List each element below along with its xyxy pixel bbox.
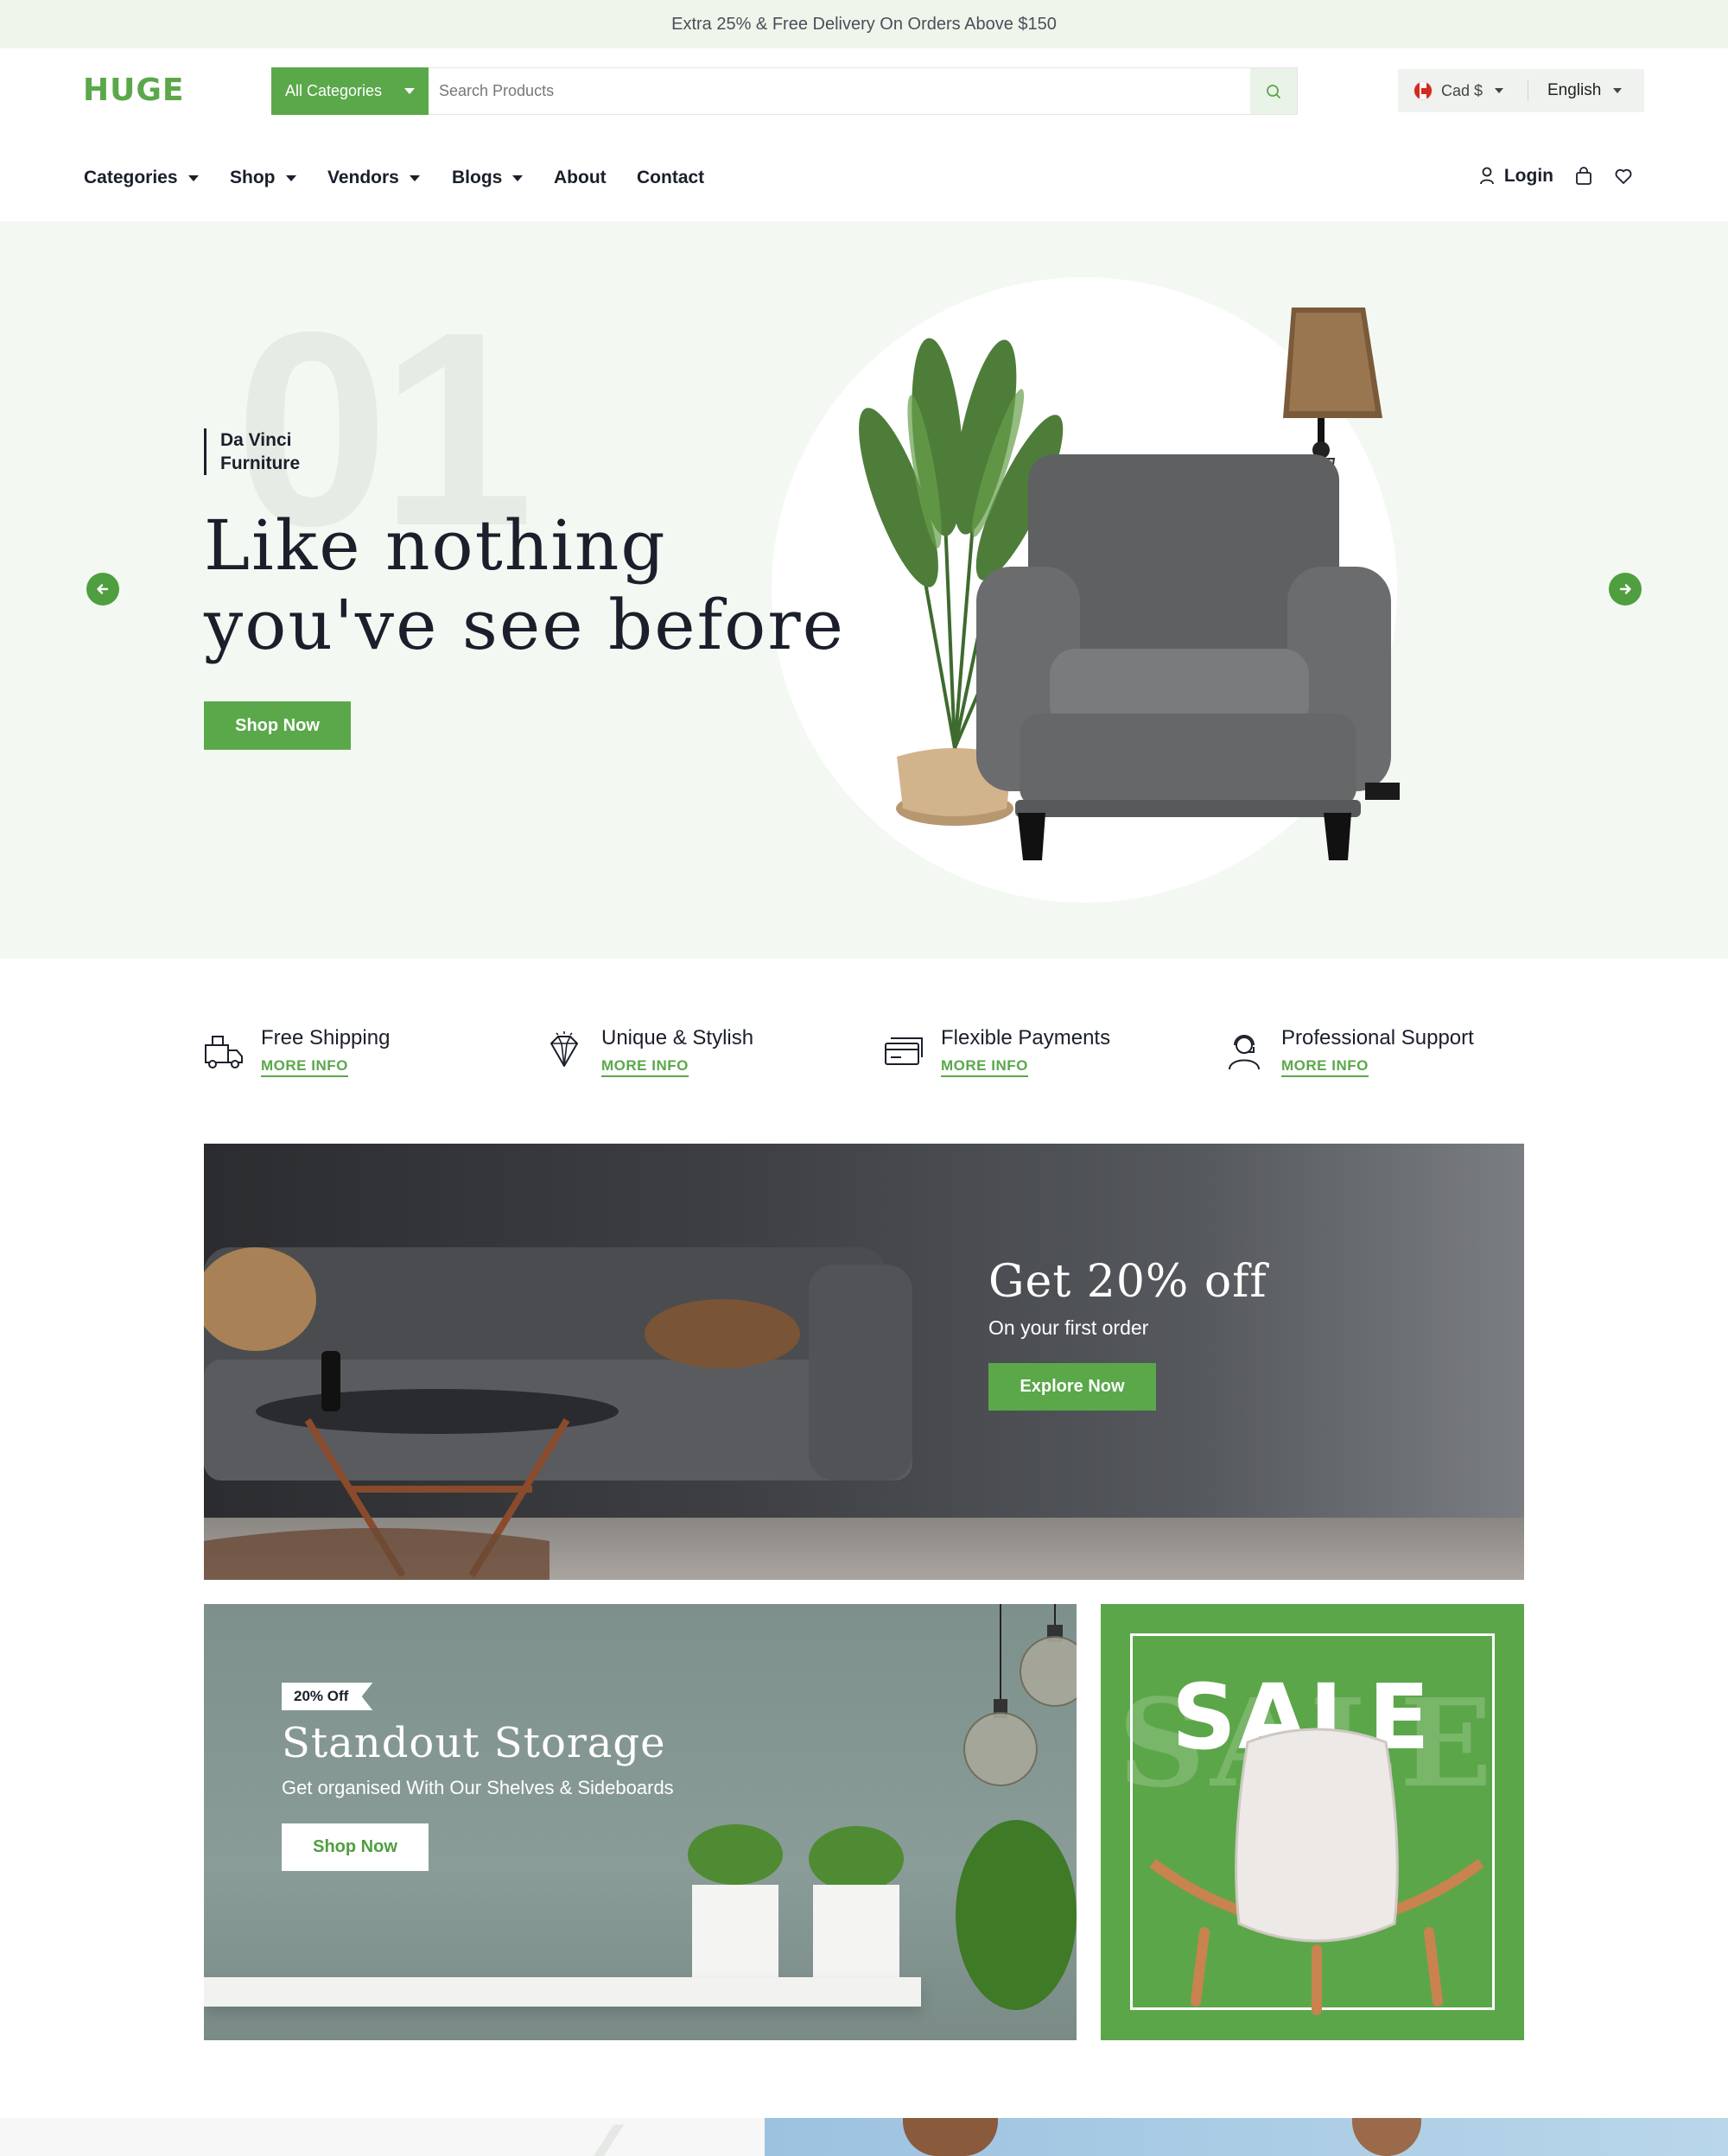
login-link[interactable]: Login xyxy=(1478,166,1553,187)
feature-item: Professional Support MORE INFO xyxy=(1223,1026,1474,1077)
nav-item-contact[interactable]: Contact xyxy=(637,168,704,188)
more-info-link[interactable]: MORE INFO xyxy=(601,1057,689,1077)
category-select-label: All Categories xyxy=(285,82,383,99)
currency-select[interactable]: Cad $ xyxy=(1398,81,1528,100)
nav-item-label: Categories xyxy=(84,168,178,187)
offer-subtitle: On your first order xyxy=(988,1316,1149,1339)
user-icon xyxy=(1479,167,1494,185)
offer-title: Get 20% off xyxy=(988,1256,1267,1308)
card-icon xyxy=(885,1037,923,1065)
logo[interactable]: HUGE xyxy=(83,73,185,108)
offer-banner[interactable]: Get 20% off On your first order Explore … xyxy=(204,1144,1524,1580)
chevron-down-icon xyxy=(409,174,420,181)
chevron-down-icon xyxy=(1613,88,1623,93)
hero-brand-line: Furniture xyxy=(220,453,301,473)
promo-bar: Extra 25% & Free Delivery On Orders Abov… xyxy=(0,0,1728,48)
chevron-down-icon xyxy=(285,174,296,181)
feature-title: Professional Support xyxy=(1281,1026,1474,1049)
plants-image xyxy=(688,1820,1077,2010)
hero-title: Like nothing you've see before xyxy=(204,506,845,665)
chair-image xyxy=(1149,1728,1484,2015)
truck-icon xyxy=(205,1036,243,1068)
feature-title: Flexible Payments xyxy=(941,1026,1111,1049)
nav-actions: Login xyxy=(1478,166,1633,187)
storage-subtitle: Get organised With Our Shelves & Sideboa… xyxy=(282,1777,674,1798)
hero-title-line: you've see before xyxy=(204,585,845,665)
hero-brand: Da Vinci Furniture xyxy=(204,428,300,475)
hero-slider: 01 Da Vinci Furniture Like nothing you'v… xyxy=(0,221,1728,959)
language-select[interactable]: English xyxy=(1528,81,1623,100)
nav-item-label: Shop xyxy=(230,168,276,187)
canada-flag-icon xyxy=(1414,81,1433,100)
locale-switcher: Cad $ English xyxy=(1398,69,1644,112)
support-agent-icon xyxy=(1229,1035,1260,1070)
nav-item-blogs[interactable]: Blogs xyxy=(452,168,524,188)
language-label: English xyxy=(1547,81,1602,99)
nav-item-about[interactable]: About xyxy=(554,168,607,188)
storage-shop-button[interactable]: Shop Now xyxy=(282,1823,429,1871)
image-detail xyxy=(903,2118,998,2156)
nav-item-label: Blogs xyxy=(452,168,503,187)
next-section-image xyxy=(765,2118,1728,2156)
feature-item: Free Shipping MORE INFO xyxy=(202,1026,390,1077)
main-nav: Categories Shop Vendors Blogs About Cont… xyxy=(0,147,1728,207)
more-info-link[interactable]: MORE INFO xyxy=(1281,1057,1369,1077)
arrow-right-icon xyxy=(1619,584,1631,594)
heart-icon[interactable] xyxy=(1614,167,1633,186)
discount-tag: 20% Off xyxy=(282,1683,373,1710)
storage-banner[interactable]: 20% Off Standout Storage Get organised W… xyxy=(204,1604,1077,2040)
explore-now-button[interactable]: Explore Now xyxy=(988,1363,1156,1411)
nav-item-label: Vendors xyxy=(327,168,399,187)
chevron-down-icon xyxy=(512,174,524,181)
feature-title: Free Shipping xyxy=(261,1026,391,1049)
feature-item: Unique & Stylish MORE INFO xyxy=(543,1026,753,1077)
diamond-icon xyxy=(550,1031,578,1067)
login-label: Login xyxy=(1503,166,1553,186)
more-info-link[interactable]: MORE INFO xyxy=(941,1057,1028,1077)
sofa-image xyxy=(204,1247,912,1580)
currency-label: Cad $ xyxy=(1441,81,1483,99)
hero-shop-button[interactable]: Shop Now xyxy=(204,701,351,750)
sale-banner[interactable]: SALE SALE xyxy=(1101,1604,1524,2040)
next-section-left: ∕ xyxy=(0,2118,765,2156)
shopping-bag-icon[interactable] xyxy=(1574,167,1593,186)
shelf xyxy=(204,1977,921,2007)
storage-title: Standout Storage xyxy=(282,1719,666,1767)
hero-brand-line: Da Vinci xyxy=(220,430,292,450)
prev-slide-button[interactable] xyxy=(86,573,119,606)
nav-item-label: Contact xyxy=(637,168,705,187)
nav-item-vendors[interactable]: Vendors xyxy=(327,168,420,188)
offer-text: Get 20% off On your first order xyxy=(988,1256,1267,1340)
hero-title-line: Like nothing xyxy=(204,505,667,586)
chevron-down-icon xyxy=(404,88,415,94)
feature-title: Unique & Stylish xyxy=(601,1026,754,1049)
features-row: Free Shipping MORE INFO Unique & Stylish… xyxy=(0,1019,1728,1097)
arrow-left-icon xyxy=(97,584,109,594)
promo-text: Extra 25% & Free Delivery On Orders Abov… xyxy=(671,14,1057,34)
chevron-down-icon xyxy=(1495,88,1504,93)
search-icon xyxy=(1267,84,1280,98)
nav-item-label: About xyxy=(554,168,607,187)
next-slide-button[interactable] xyxy=(1609,573,1642,606)
search-button[interactable] xyxy=(1250,68,1297,114)
nav-item-categories[interactable]: Categories xyxy=(84,168,199,188)
header: HUGE All Categories Cad $ English xyxy=(0,48,1728,135)
pendant-lamps-image xyxy=(963,1604,1077,1786)
chevron-down-icon xyxy=(187,174,199,181)
search-input[interactable] xyxy=(429,68,1250,114)
decorative-shape: ∕ xyxy=(588,2118,605,2156)
nav-item-shop[interactable]: Shop xyxy=(230,168,296,188)
hero-image xyxy=(859,308,1400,860)
category-select[interactable]: All Categories xyxy=(271,67,429,115)
search-bar: All Categories xyxy=(271,67,1298,115)
more-info-link[interactable]: MORE INFO xyxy=(261,1057,348,1077)
feature-item: Flexible Payments MORE INFO xyxy=(882,1026,1110,1077)
image-detail xyxy=(1352,2118,1421,2156)
